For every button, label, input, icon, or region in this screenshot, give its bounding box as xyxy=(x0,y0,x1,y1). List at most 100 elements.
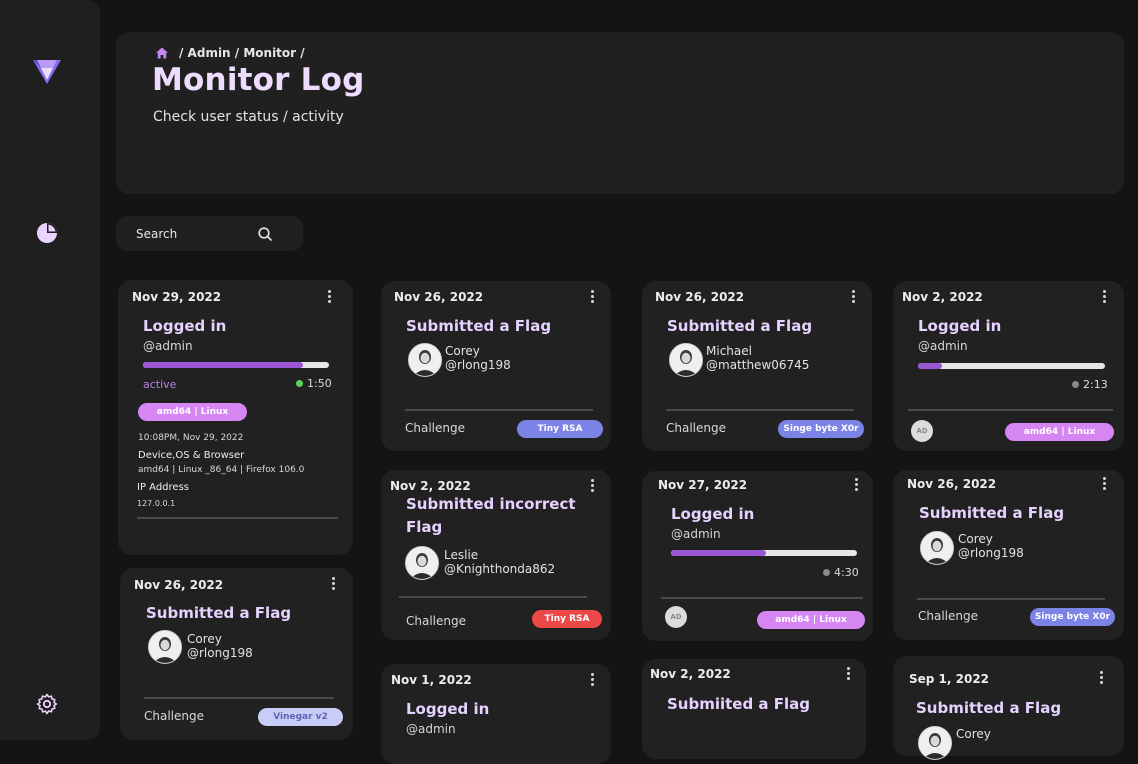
card-handle: @admin xyxy=(143,339,193,353)
activity-card[interactable]: Nov 1, 2022 Logged in @admin xyxy=(381,664,611,764)
divider xyxy=(908,409,1113,411)
card-date: Nov 26, 2022 xyxy=(907,477,997,491)
user-name: Leslie xyxy=(444,548,479,562)
card-title: Submitted a Flag xyxy=(146,604,292,622)
user-info: Corey @rlong198 xyxy=(445,344,511,372)
card-title: Logged in xyxy=(918,317,1002,335)
more-options-icon[interactable] xyxy=(332,577,336,591)
timestamp: 10:08PM, Nov 29, 2022 xyxy=(138,433,244,443)
pie-chart-icon[interactable] xyxy=(35,221,59,245)
divider xyxy=(917,598,1105,600)
activity-card[interactable]: Sep 1, 2022 Submitted a Flag Corey xyxy=(893,656,1124,760)
card-date: Nov 2, 2022 xyxy=(390,479,471,493)
status-dot-icon xyxy=(296,380,303,387)
user-avatar xyxy=(920,531,954,565)
card-title: Submiited a Flag xyxy=(667,695,811,713)
card-date: Nov 27, 2022 xyxy=(658,478,748,492)
logo-icon xyxy=(33,60,61,84)
sidebar xyxy=(0,0,100,740)
more-options-icon[interactable] xyxy=(591,673,595,687)
card-handle: @admin xyxy=(918,339,968,353)
card-handle: @admin xyxy=(406,722,456,736)
challenge-badge[interactable]: Vinegar v2 xyxy=(258,708,343,726)
user-avatar xyxy=(669,343,703,377)
more-options-icon[interactable] xyxy=(847,667,851,681)
user-avatar: AD xyxy=(665,606,687,628)
home-icon[interactable] xyxy=(155,46,169,60)
more-options-icon[interactable] xyxy=(328,290,332,304)
divider xyxy=(666,409,854,411)
challenge-label: Challenge xyxy=(666,421,726,435)
card-title: Submitted a Flag xyxy=(919,504,1065,522)
user-avatar xyxy=(408,343,442,377)
card-title: Submitted incorrect Flag xyxy=(406,495,576,536)
user-info: Corey @rlong198 xyxy=(958,532,1024,560)
progress-fill xyxy=(671,550,766,556)
user-avatar: AD xyxy=(911,420,933,442)
session-progress xyxy=(671,550,857,556)
timer-value: 2:13 xyxy=(1083,378,1108,391)
settings-gear-icon[interactable] xyxy=(35,692,59,716)
user-handle: @rlong198 xyxy=(445,358,511,372)
page-header: / Admin / Monitor / Monitor Log Check us… xyxy=(116,32,1124,194)
card-title: Logged in xyxy=(671,505,755,523)
divider xyxy=(144,697,334,699)
user-info: Leslie @Knighthonda862 xyxy=(444,548,555,576)
session-progress xyxy=(143,362,329,368)
card-date: Nov 26, 2022 xyxy=(134,578,224,592)
device-badge[interactable]: amd64 | Linux xyxy=(1005,423,1114,441)
device-value: amd64 | Linux _86_64 | Firefox 106.0 xyxy=(138,465,305,475)
status-dot-icon xyxy=(823,569,830,576)
activity-card[interactable]: Nov 2, 2022 Logged in @admin 2:13 AD amd… xyxy=(893,281,1124,451)
breadcrumb: / Admin / Monitor / xyxy=(155,46,305,60)
device-badge[interactable]: amd64 | Linux xyxy=(757,611,865,629)
activity-card[interactable]: Nov 29, 2022 Logged in @admin active 1:5… xyxy=(118,280,353,555)
challenge-label: Challenge xyxy=(918,609,978,623)
challenge-badge[interactable]: Singe byte X0r xyxy=(778,420,864,438)
challenge-label: Challenge xyxy=(144,709,204,723)
challenge-label: Challenge xyxy=(406,614,466,628)
breadcrumb-path[interactable]: / Admin / Monitor / xyxy=(179,46,305,60)
challenge-badge[interactable]: Singe byte X0r xyxy=(1030,608,1115,626)
status-dot-icon xyxy=(1072,381,1079,388)
activity-card[interactable]: Nov 26, 2022 Submitted a Flag Corey @rlo… xyxy=(893,470,1124,640)
user-handle: @rlong198 xyxy=(958,546,1024,560)
user-info: Michael @matthew06745 xyxy=(706,344,809,372)
activity-card[interactable]: Nov 2, 2022 Submitted incorrect Flag Les… xyxy=(381,470,611,640)
challenge-label: Challenge xyxy=(405,421,465,435)
search-placeholder: Search xyxy=(136,227,178,241)
search-icon[interactable] xyxy=(257,226,273,242)
card-title: Submitted a Flag xyxy=(406,317,552,335)
more-options-icon[interactable] xyxy=(1103,477,1107,491)
page-title: Monitor Log xyxy=(152,62,365,98)
activity-card[interactable]: Nov 26, 2022 Submitted a Flag Corey @rlo… xyxy=(120,568,353,740)
user-name: Corey xyxy=(956,727,991,741)
challenge-badge[interactable]: Tiny RSA xyxy=(517,420,603,438)
device-label: Device,OS & Browser xyxy=(138,450,245,461)
card-handle: @admin xyxy=(671,527,721,541)
activity-card[interactable]: Nov 26, 2022 Submitted a Flag Corey @rlo… xyxy=(381,281,611,451)
activity-card[interactable]: Nov 2, 2022 Submiited a Flag xyxy=(642,659,866,759)
more-options-icon[interactable] xyxy=(852,290,856,304)
timer-value: 1:50 xyxy=(307,377,332,390)
more-options-icon[interactable] xyxy=(855,478,859,492)
challenge-badge[interactable]: Tiny RSA xyxy=(532,610,602,628)
card-date: Nov 2, 2022 xyxy=(902,290,983,304)
card-title: Submitted a Flag xyxy=(916,699,1062,717)
user-handle: @Knighthonda862 xyxy=(444,562,556,576)
more-options-icon[interactable] xyxy=(1103,290,1107,304)
card-date: Nov 26, 2022 xyxy=(394,290,484,304)
card-date: Sep 1, 2022 xyxy=(909,672,990,686)
activity-card[interactable]: Nov 26, 2022 Submitted a Flag Michael @m… xyxy=(642,281,872,451)
more-options-icon[interactable] xyxy=(1100,671,1104,685)
more-options-icon[interactable] xyxy=(591,479,595,493)
activity-card[interactable]: Nov 27, 2022 Logged in @admin 4:30 AD am… xyxy=(642,471,873,641)
card-date: Nov 1, 2022 xyxy=(391,673,472,687)
search-input[interactable]: Search xyxy=(116,216,303,251)
ip-value: 127.0.0.1 xyxy=(137,499,176,508)
session-timer: 2:13 xyxy=(1072,378,1108,391)
user-avatar xyxy=(148,630,182,664)
more-options-icon[interactable] xyxy=(591,290,595,304)
divider xyxy=(661,597,863,599)
device-badge[interactable]: amd64 | Linux xyxy=(138,403,247,421)
